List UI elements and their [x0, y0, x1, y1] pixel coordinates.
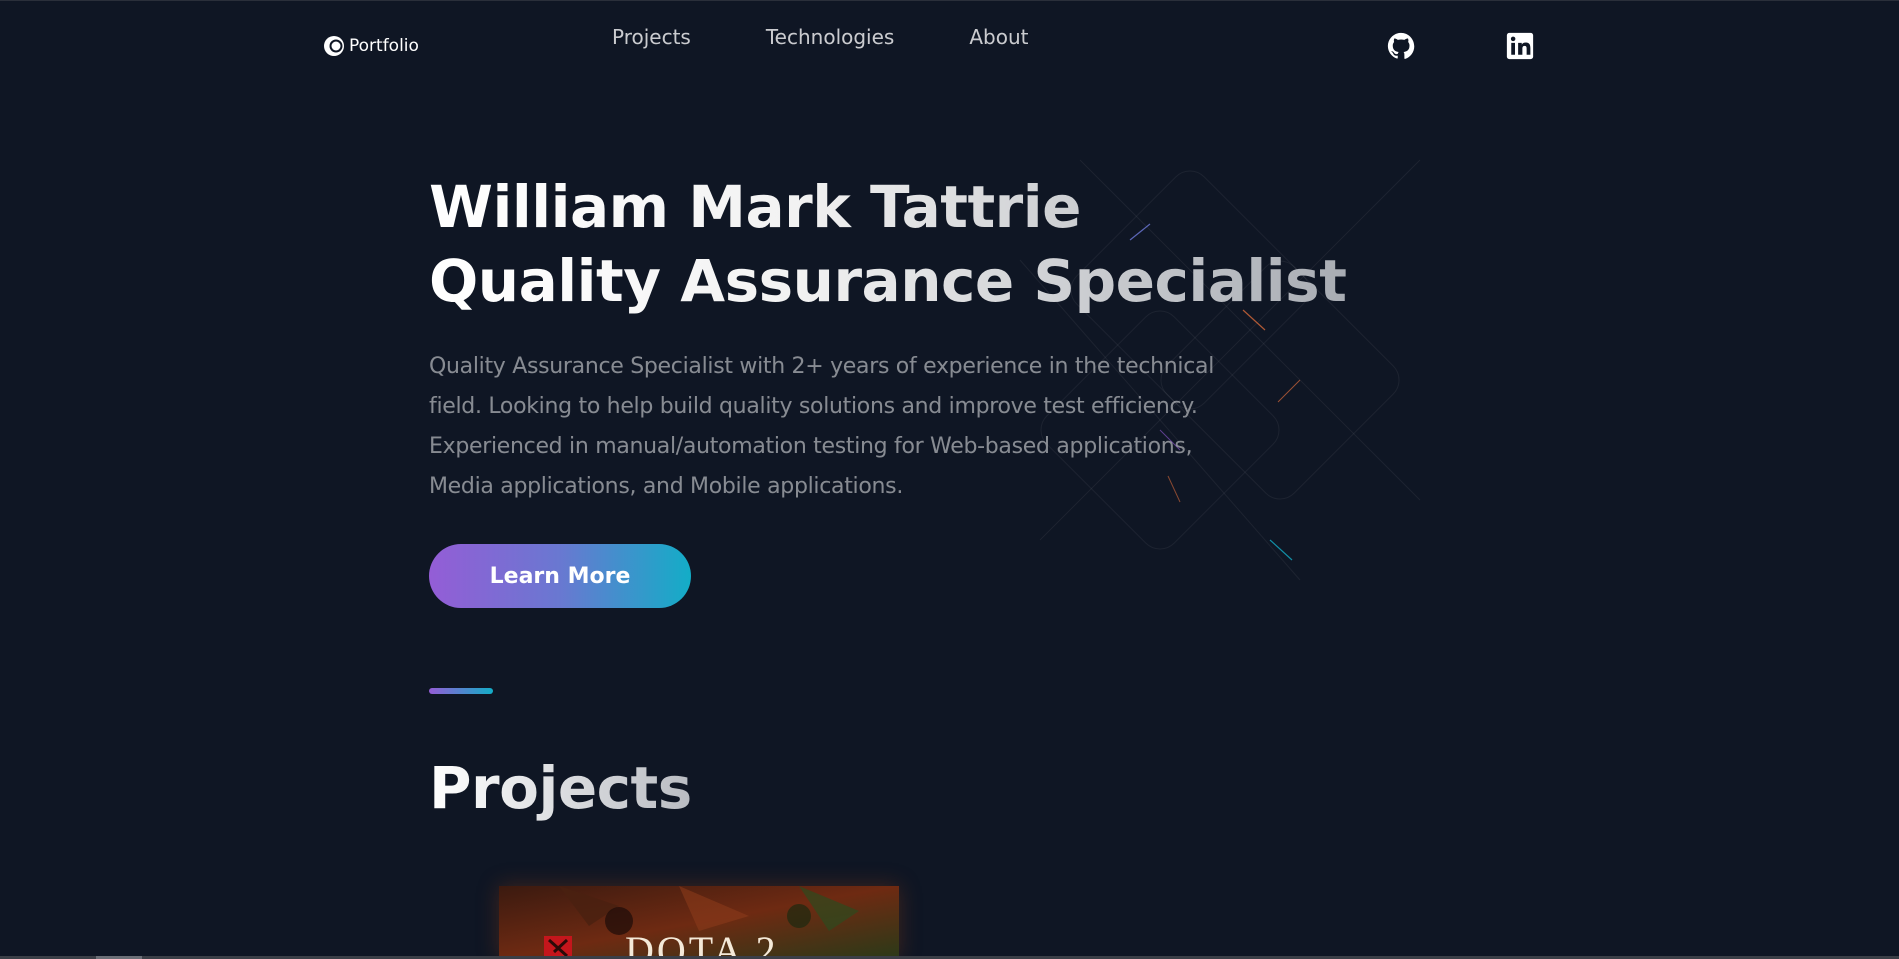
portfolio-logo-icon	[324, 36, 344, 56]
learn-more-button[interactable]: Learn More	[429, 544, 691, 608]
github-icon	[1387, 32, 1415, 59]
hero-title-role: Quality Assurance Specialist	[429, 247, 1347, 315]
github-link[interactable]	[1386, 31, 1416, 61]
nav-link-projects[interactable]: Projects	[612, 25, 691, 49]
section-divider	[429, 688, 493, 694]
dota-2-image-text: DOTA 2	[625, 928, 779, 959]
projects-section-title: Projects	[429, 748, 692, 828]
hero-title: William Mark Tattrie Quality Assurance S…	[429, 170, 1346, 318]
portfolio-page: Portfolio Projects Technologies About Wi…	[0, 0, 1899, 959]
hero-description: Quality Assurance Specialist with 2+ yea…	[429, 354, 1215, 499]
dota-2-project-image: DOTA 2	[499, 886, 899, 959]
nav-links: Projects Technologies About	[612, 25, 1028, 49]
linkedin-link[interactable]	[1505, 31, 1535, 61]
project-card-dota[interactable]: DOTA 2	[499, 886, 899, 959]
logo-text: Portfolio	[349, 36, 419, 56]
top-navigation: Portfolio Projects Technologies About	[0, 0, 1899, 80]
linkedin-icon	[1506, 32, 1534, 60]
hero-title-name: William Mark Tattrie	[429, 173, 1081, 241]
nav-link-about[interactable]: About	[969, 25, 1028, 49]
portfolio-logo[interactable]: Portfolio	[322, 34, 419, 58]
nav-link-technologies[interactable]: Technologies	[766, 25, 894, 49]
